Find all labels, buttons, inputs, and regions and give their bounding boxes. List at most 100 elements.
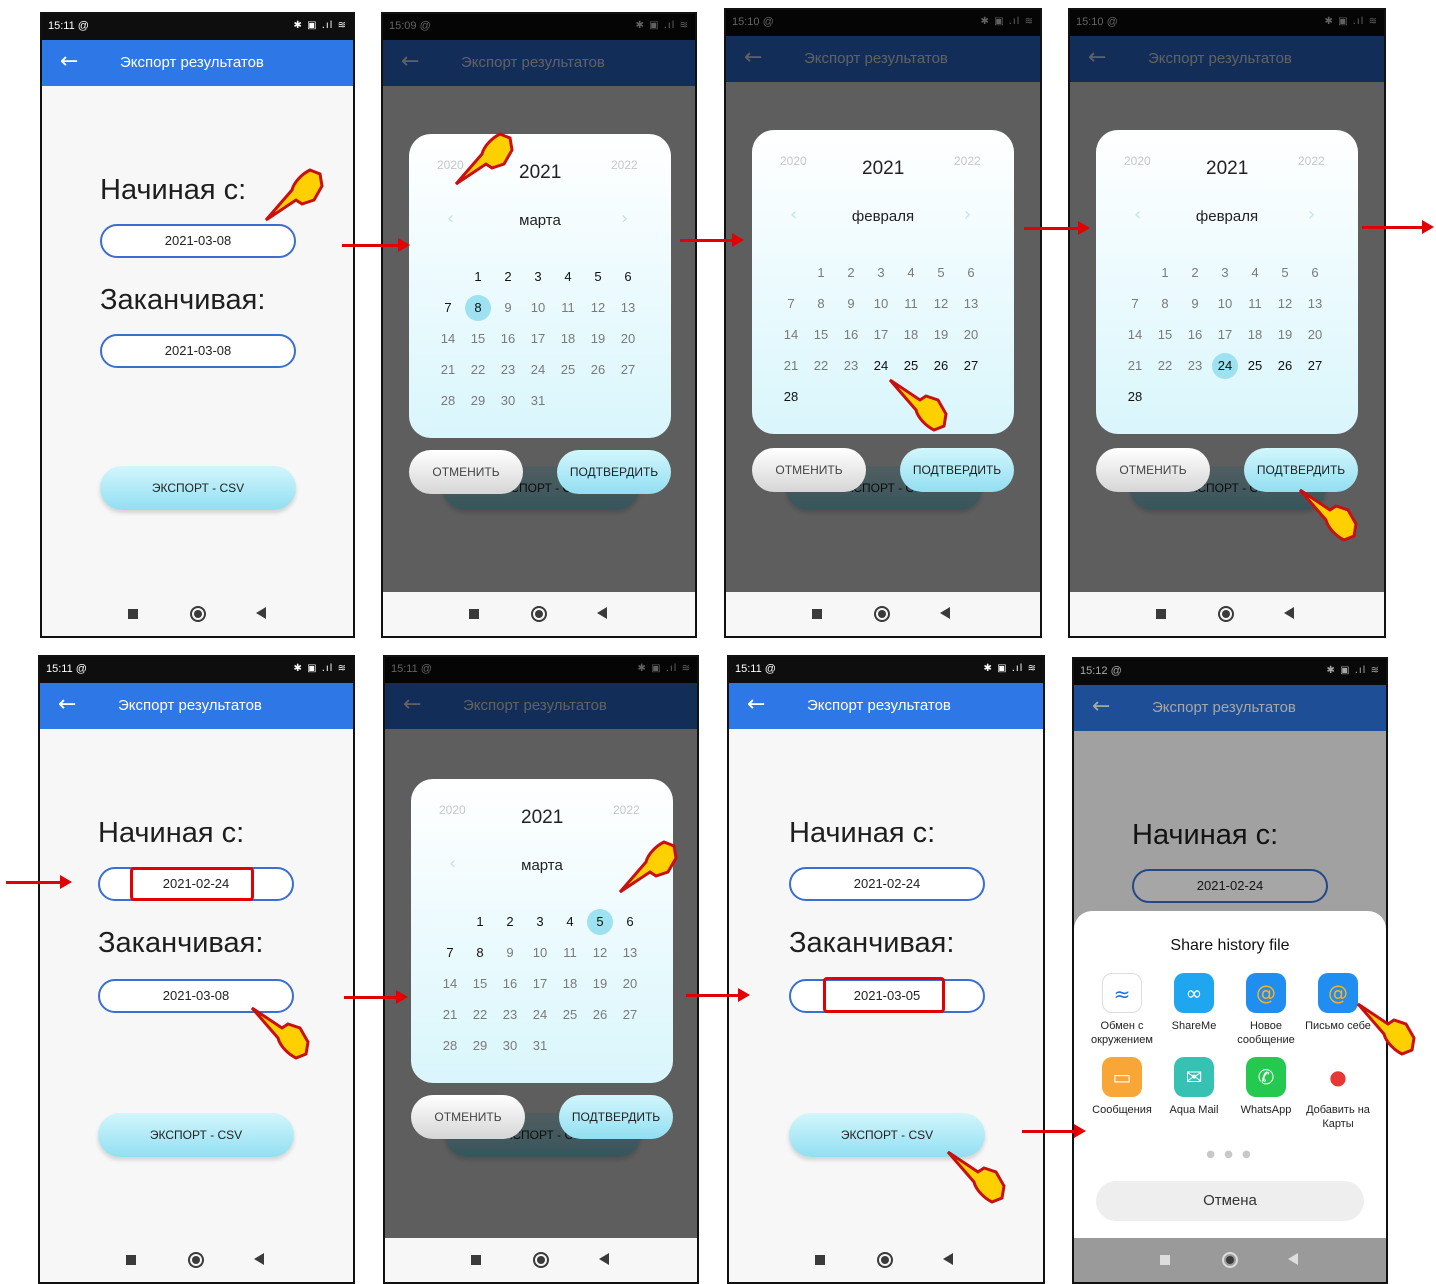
calendar-day[interactable]: 21 [1122,353,1148,379]
home-icon[interactable] [190,606,206,622]
back-arrow-icon[interactable]: ← [60,49,78,74]
calendar-day[interactable]: 5 [928,260,954,286]
calendar-day[interactable]: 10 [1212,291,1238,317]
calendar-day[interactable]: 1 [467,909,493,935]
calendar-day[interactable]: 15 [467,971,493,997]
calendar-day[interactable]: 3 [527,909,553,935]
calendar-day[interactable]: 5 [587,909,613,935]
cancel-button[interactable]: ОТМЕНИТЬ [411,1095,525,1139]
next-year[interactable]: 2022 [954,154,981,168]
calendar-day[interactable]: 28 [435,388,461,414]
back-arrow-icon[interactable]: ← [1088,45,1106,70]
calendar-day[interactable]: 20 [615,326,641,352]
calendar-day[interactable]: 18 [557,971,583,997]
calendar-day[interactable]: 11 [898,291,924,317]
home-icon[interactable] [1218,606,1234,622]
calendar-day[interactable]: 1 [1152,260,1178,286]
calendar-day[interactable]: 31 [525,388,551,414]
calendar-day[interactable]: 19 [587,971,613,997]
recents-icon[interactable] [469,609,479,619]
export-csv-button[interactable]: ЭКСПОРТ - CSV [100,466,296,510]
calendar-day[interactable]: 16 [497,971,523,997]
back-arrow-icon[interactable]: ← [403,692,421,717]
calendar-day[interactable]: 16 [1182,322,1208,348]
calendar-day[interactable]: 18 [898,322,924,348]
share-app-messages[interactable]: ▭ Сообщения [1082,1057,1162,1117]
calendar-day[interactable]: 11 [1242,291,1268,317]
calendar-day[interactable]: 22 [1152,353,1178,379]
calendar-day[interactable]: 6 [615,264,641,290]
calendar-day[interactable]: 7 [435,295,461,321]
next-month-icon[interactable]: › [1308,204,1315,225]
calendar-day[interactable]: 31 [527,1033,553,1059]
calendar-day[interactable]: 24 [525,357,551,383]
cancel-button[interactable]: ОТМЕНИТЬ [1096,448,1210,492]
share-app-new-mail[interactable]: @ Новое сообщение [1226,973,1306,1047]
confirm-button[interactable]: ПОДТВЕРДИТЬ [557,450,671,494]
calendar-day[interactable]: 22 [465,357,491,383]
calendar-day[interactable]: 24 [527,1002,553,1028]
back-nav-icon[interactable] [597,607,607,619]
calendar-day[interactable]: 25 [1242,353,1268,379]
back-nav-icon[interactable] [599,1253,609,1265]
calendar-day[interactable]: 27 [1302,353,1328,379]
calendar-day[interactable]: 13 [1302,291,1328,317]
calendar-day[interactable]: 4 [555,264,581,290]
calendar-day[interactable]: 14 [437,971,463,997]
back-arrow-icon[interactable]: ← [747,692,765,717]
calendar-day[interactable]: 22 [808,353,834,379]
confirm-button[interactable]: ПОДТВЕРДИТЬ [559,1095,673,1139]
calendar-day[interactable]: 10 [527,940,553,966]
calendar-day[interactable]: 27 [615,357,641,383]
prev-year[interactable]: 2020 [1124,154,1151,168]
calendar-day[interactable]: 12 [928,291,954,317]
home-icon[interactable] [188,1252,204,1268]
calendar-day[interactable]: 9 [1182,291,1208,317]
next-month-icon[interactable]: › [964,204,971,225]
recents-icon[interactable] [815,1255,825,1265]
calendar-day[interactable]: 23 [497,1002,523,1028]
home-icon[interactable] [531,606,547,622]
calendar-day[interactable]: 17 [1212,322,1238,348]
calendar-day[interactable]: 5 [1272,260,1298,286]
calendar-day[interactable]: 23 [1182,353,1208,379]
calendar-day[interactable]: 7 [1122,291,1148,317]
calendar-day[interactable]: 28 [1122,384,1148,410]
calendar-day[interactable]: 8 [465,295,491,321]
next-month-icon[interactable]: › [621,208,628,229]
calendar-day[interactable]: 16 [838,322,864,348]
back-arrow-icon[interactable]: ← [401,49,419,74]
calendar-day[interactable]: 1 [808,260,834,286]
calendar-day[interactable]: 21 [435,357,461,383]
recents-icon[interactable] [1156,609,1166,619]
calendar-day[interactable]: 9 [497,940,523,966]
calendar-day[interactable]: 25 [557,1002,583,1028]
calendar-day[interactable]: 21 [778,353,804,379]
recents-icon[interactable] [471,1255,481,1265]
calendar-day[interactable]: 16 [495,326,521,352]
calendar-day[interactable]: 11 [557,940,583,966]
back-arrow-icon[interactable]: ← [1092,694,1110,719]
calendar-day[interactable]: 9 [495,295,521,321]
calendar-day[interactable]: 22 [467,1002,493,1028]
recents-icon[interactable] [1160,1255,1170,1265]
calendar-day[interactable]: 12 [587,940,613,966]
calendar-day[interactable]: 14 [778,322,804,348]
next-year[interactable]: 2022 [611,158,638,172]
back-nav-icon[interactable] [943,1253,953,1265]
calendar-day[interactable]: 3 [525,264,551,290]
calendar-day[interactable]: 4 [898,260,924,286]
calendar-day[interactable]: 17 [527,971,553,997]
calendar-day[interactable]: 30 [497,1033,523,1059]
home-icon[interactable] [1222,1252,1238,1268]
prev-year[interactable]: 2020 [780,154,807,168]
calendar-day[interactable]: 4 [557,909,583,935]
calendar-day[interactable]: 28 [437,1033,463,1059]
calendar-day[interactable]: 5 [585,264,611,290]
calendar-day[interactable]: 12 [585,295,611,321]
calendar-day[interactable]: 18 [555,326,581,352]
calendar-day[interactable]: 18 [1242,322,1268,348]
calendar-day[interactable]: 20 [617,971,643,997]
next-year[interactable]: 2022 [613,803,640,817]
calendar-day[interactable]: 11 [555,295,581,321]
